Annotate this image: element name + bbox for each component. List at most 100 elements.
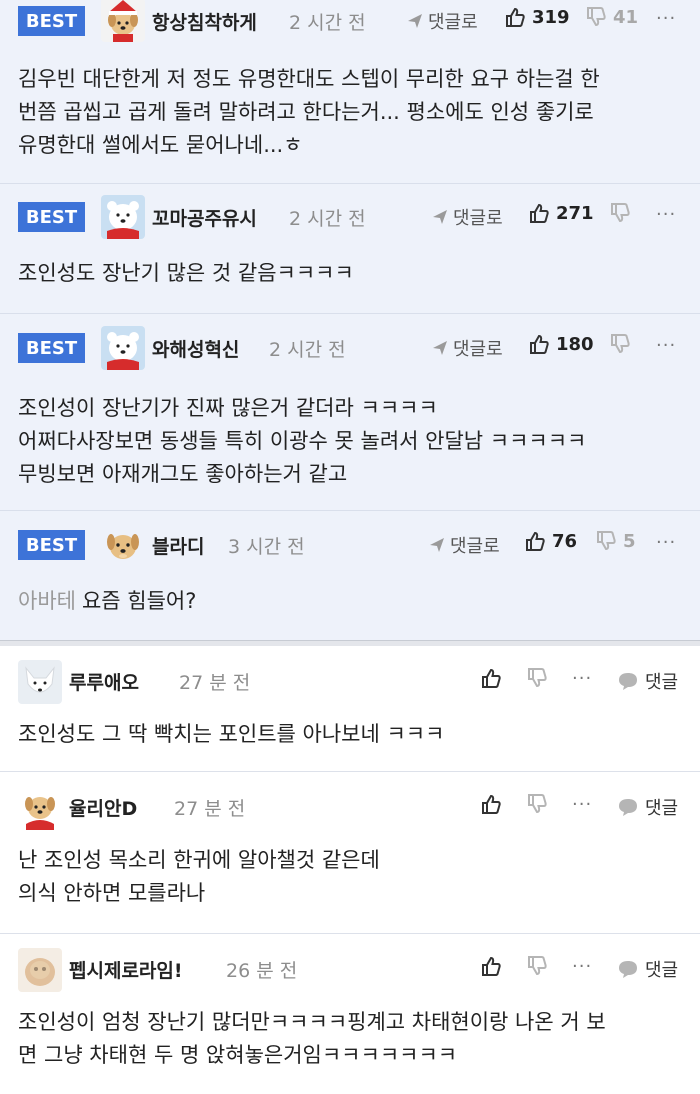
reply-label: 댓글 xyxy=(645,672,679,693)
like-button[interactable]: 271 xyxy=(528,202,594,224)
reply-button[interactable]: 댓글 xyxy=(617,956,678,982)
thumbs-up-icon xyxy=(482,668,501,688)
comment-body: 조인성도 그 딱 빡치는 포인트를 아나보네 ㅋㅋㅋ xyxy=(18,718,678,751)
dislike-button[interactable] xyxy=(609,333,631,355)
best-comment: BEST 블라디 3 시간 전 댓글로 76 5 ··· 아바테 요즘 힘들어? xyxy=(0,511,700,640)
reply-button[interactable]: 댓글로 xyxy=(431,335,503,361)
thumbs-up-icon xyxy=(506,7,525,27)
more-options-button[interactable]: ··· xyxy=(656,8,676,29)
puppy-icon[interactable] xyxy=(101,523,145,567)
reply-button[interactable]: 댓글로 xyxy=(428,532,500,558)
like-count: 76 xyxy=(552,530,578,552)
thumbs-down-icon xyxy=(611,203,630,223)
comment-line: 어쩌다사장보면 동생들 특히 이광수 못 놀려서 안달남 ㅋㅋㅋㅋㅋ xyxy=(18,429,587,453)
timestamp: 27 분 전 xyxy=(179,672,251,694)
comment-body: 김우빈 대단한게 저 정도 유명한대도 스텝이 무리한 요구 하는걸 한 번쯤 … xyxy=(18,63,678,162)
reply-label: 댓글로 xyxy=(453,208,503,229)
comment-line: 조인성이 엄청 장난기 많더만ㅋㅋㅋㅋ핑계고 차태현이랑 나온 거 보 xyxy=(18,1010,606,1034)
like-button[interactable]: 180 xyxy=(528,333,594,355)
reply-label: 댓글로 xyxy=(428,12,478,33)
puppy-santa-icon[interactable] xyxy=(101,0,145,42)
nickname[interactable]: 항상침착하게 xyxy=(152,8,257,35)
comment: 펩시제로라임! 26 분 전 ··· 댓글 조인성이 엄청 장난기 많더만ㅋㅋㅋ… xyxy=(0,934,700,1094)
reply-button[interactable]: 댓글로 xyxy=(406,8,478,34)
nickname[interactable]: 블라디 xyxy=(152,532,204,559)
dislike-button[interactable] xyxy=(609,202,631,224)
blurred-puppy-icon[interactable] xyxy=(18,948,62,992)
best-badge: BEST xyxy=(18,202,85,232)
like-button[interactable] xyxy=(480,667,502,689)
reply-label: 댓글로 xyxy=(450,536,500,557)
comment: 율리안D 27 분 전 ··· 댓글 난 조인성 목소리 한귀에 알아챌것 같은… xyxy=(0,772,700,934)
best-comments-section: BEST 항상침착하게 2 시간 전 댓글로 319 41 ··· 김우빈 대단… xyxy=(0,0,700,640)
timestamp: 2 시간 전 xyxy=(269,339,346,361)
nickname[interactable]: 와해성혁신 xyxy=(152,335,239,362)
comment-line: 의식 안하면 모를라나 xyxy=(18,881,206,905)
more-options-button[interactable]: ··· xyxy=(656,335,676,356)
dislike-button[interactable] xyxy=(526,667,548,689)
more-options-button[interactable]: ··· xyxy=(656,204,676,225)
speech-bubble-icon xyxy=(619,961,637,978)
thumbs-down-icon xyxy=(528,794,547,814)
reply-button[interactable]: 댓글 xyxy=(617,668,678,694)
nickname[interactable]: 펩시제로라임! xyxy=(69,956,183,983)
white-fox-icon[interactable] xyxy=(18,660,62,704)
like-count: 180 xyxy=(556,333,594,355)
comment: 루루애오 27 분 전 ··· 댓글 조인성도 그 딱 빡치는 포인트를 아나보… xyxy=(0,646,700,772)
comment-line: 무빙보면 아재개그도 좋아하는거 같고 xyxy=(18,462,348,486)
nickname[interactable]: 율리안D xyxy=(69,794,137,821)
comment-line: 김우빈 대단한게 저 정도 유명한대도 스텝이 무리한 요구 하는걸 한 xyxy=(18,67,600,91)
best-badge: BEST xyxy=(18,530,85,560)
dislike-button[interactable]: 5 xyxy=(595,530,636,552)
best-comment: BEST 항상침착하게 2 시간 전 댓글로 319 41 ··· 김우빈 대단… xyxy=(0,0,700,184)
like-button[interactable]: 319 xyxy=(504,6,570,28)
nickname[interactable]: 루루애오 xyxy=(69,668,139,695)
thumbs-up-icon xyxy=(530,203,549,223)
dislike-button[interactable] xyxy=(526,793,548,815)
comment-body: 조인성이 장난기가 진짜 많은거 같더라 ㅋㅋㅋㅋ 어쩌다사장보면 동생들 특히… xyxy=(18,392,678,491)
send-arrow-icon xyxy=(433,210,447,224)
speech-bubble-icon xyxy=(619,799,637,816)
like-count: 319 xyxy=(532,6,570,28)
more-options-button[interactable]: ··· xyxy=(572,668,592,689)
nickname[interactable]: 꼬마공주유시 xyxy=(152,204,257,231)
thumbs-down-icon xyxy=(528,956,547,976)
more-options-button[interactable]: ··· xyxy=(572,794,592,815)
reply-button[interactable]: 댓글 xyxy=(617,794,678,820)
reply-label: 댓글로 xyxy=(453,339,503,360)
dislike-count: 5 xyxy=(623,530,636,552)
reply-label: 댓글 xyxy=(645,960,679,981)
comment-body: 아바테 요즘 힘들어? xyxy=(18,585,678,618)
like-button[interactable] xyxy=(480,955,502,977)
thumbs-down-icon xyxy=(587,7,606,27)
comment-line: 번쯤 곱씹고 곱게 돌려 말하려고 한다는거... 평소에도 인성 좋기로 xyxy=(18,100,594,124)
comment-line: 조인성도 장난기 많은 것 같음ㅋㅋㅋㅋ xyxy=(18,261,354,285)
reply-mention[interactable]: 아바테 xyxy=(18,589,76,613)
like-count: 271 xyxy=(556,202,594,224)
thumbs-down-icon xyxy=(611,334,630,354)
like-button[interactable] xyxy=(480,793,502,815)
like-button[interactable]: 76 xyxy=(524,530,577,552)
dislike-count: 41 xyxy=(613,6,639,28)
comment-body: 난 조인성 목소리 한귀에 알아챌것 같은데 의식 안하면 모를라나 xyxy=(18,844,678,910)
thumbs-up-icon xyxy=(482,794,501,814)
send-arrow-icon xyxy=(430,538,444,552)
best-badge: BEST xyxy=(18,333,85,363)
best-badge: BEST xyxy=(18,6,85,36)
comment-line: 요즘 힘들어? xyxy=(81,589,197,613)
more-options-button[interactable]: ··· xyxy=(572,956,592,977)
comment-line: 조인성이 장난기가 진짜 많은거 같더라 ㅋㅋㅋㅋ xyxy=(18,396,438,420)
timestamp: 2 시간 전 xyxy=(289,208,366,230)
comment-list: 루루애오 27 분 전 ··· 댓글 조인성도 그 딱 빡치는 포인트를 아나보… xyxy=(0,646,700,1094)
more-options-button[interactable]: ··· xyxy=(656,532,676,553)
dislike-button[interactable]: 41 xyxy=(585,6,638,28)
reply-button[interactable]: 댓글로 xyxy=(431,204,503,230)
comment-body: 조인성도 장난기 많은 것 같음ㅋㅋㅋㅋ xyxy=(18,257,678,290)
dislike-button[interactable] xyxy=(526,955,548,977)
send-arrow-icon xyxy=(408,14,422,28)
puppy-santa-icon[interactable] xyxy=(18,786,62,830)
thumbs-up-icon xyxy=(482,956,501,976)
reply-label: 댓글 xyxy=(645,798,679,819)
polar-bear-icon[interactable] xyxy=(101,195,145,239)
polar-bear-icon[interactable] xyxy=(101,326,145,370)
